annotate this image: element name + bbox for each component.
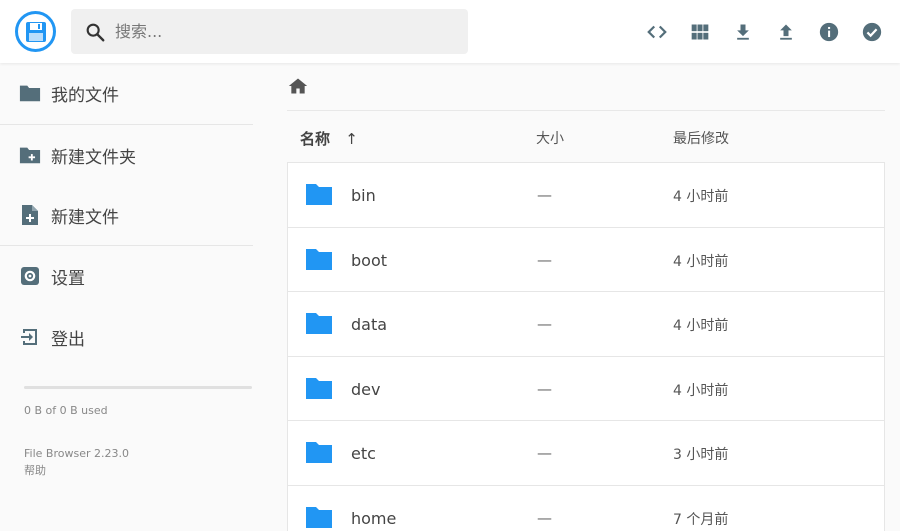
sidebar-item-label: 设置 (51, 268, 85, 289)
grid-icon (691, 24, 709, 40)
switch-view-button[interactable] (686, 18, 714, 46)
floppy-disk-icon (25, 21, 46, 42)
file-name: bin (351, 186, 376, 205)
app-logo[interactable] (15, 11, 56, 52)
search-input[interactable] (115, 22, 435, 41)
home-icon (288, 78, 308, 94)
storage-usage-bar (24, 386, 252, 389)
file-modified: 3 小时前 (673, 447, 729, 463)
sort-arrow-icon[interactable]: ↑ (345, 130, 358, 148)
sidebar-item-my-files[interactable]: 我的文件 (0, 63, 253, 123)
file-name: home (351, 508, 397, 528)
file-name: etc (351, 444, 376, 463)
sidebar-item-label: 登出 (51, 329, 85, 350)
storage-usage-text: 0 B of 0 B used (24, 404, 108, 417)
file-row[interactable]: etc — 3 小时前 (287, 420, 885, 485)
sidebar-item-label: 新建文件 (51, 207, 119, 228)
file-modified: 4 小时前 (673, 318, 729, 334)
create-folder-icon (18, 143, 42, 167)
column-header-name[interactable]: 名称 ↑ (300, 128, 358, 149)
download-button[interactable] (729, 18, 757, 46)
app-header (0, 0, 900, 63)
file-row[interactable]: home — 7 个月前 (287, 484, 885, 531)
folder-icon (18, 81, 42, 105)
file-name: boot (351, 250, 388, 270)
folder-icon (306, 248, 332, 270)
file-modified: 7 个月前 (673, 511, 729, 528)
file-list: bin — 4 小时前 boot — 4 小时前 data — 4 小时前 dev — 4 小时前 et… (287, 162, 885, 531)
sidebar-item-new-folder[interactable]: 新建文件夹 (0, 125, 253, 185)
folder-icon (306, 506, 332, 528)
file-size: — (537, 250, 552, 269)
file-name: data (351, 315, 388, 334)
check-circle-icon (862, 22, 882, 42)
sidebar-item-new-file[interactable]: 新建文件 (0, 185, 253, 245)
folder-icon (306, 442, 332, 463)
file-modified: 4 小时前 (673, 382, 729, 399)
sidebar-item-settings[interactable]: 设置 (0, 246, 253, 306)
file-size: — (537, 379, 552, 398)
file-modified: 4 小时前 (673, 253, 729, 270)
view-mode-button[interactable] (643, 18, 671, 46)
upload-icon (780, 24, 792, 40)
info-button[interactable] (815, 18, 843, 46)
breadcrumb-home[interactable] (288, 75, 312, 97)
file-size: — (537, 508, 552, 527)
column-header-modified[interactable]: 最后修改 (673, 128, 729, 148)
sidebar-item-logout[interactable]: 登出 (0, 307, 253, 367)
info-icon (819, 22, 839, 42)
logout-icon (18, 325, 42, 349)
code-icon (647, 25, 667, 39)
breadcrumb-divider (287, 110, 885, 111)
search-icon (83, 20, 107, 44)
sidebar: 我的文件 新建文件夹 新建文件 设置 登出 0 B of 0 B used Fi… (0, 63, 253, 531)
app-version: File Browser 2.23.0 (24, 447, 129, 460)
file-row[interactable]: data — 4 小时前 (287, 291, 885, 356)
file-size: — (537, 315, 552, 333)
folder-icon (306, 184, 332, 205)
file-modified: 4 小时前 (673, 189, 729, 205)
column-header-size[interactable]: 大小 (536, 128, 564, 148)
sidebar-item-label: 我的文件 (51, 85, 119, 106)
column-header-name-label: 名称 (300, 130, 331, 148)
file-row[interactable]: bin — 4 小时前 (287, 162, 885, 227)
help-link[interactable]: 帮助 (24, 462, 46, 478)
upload-button[interactable] (772, 18, 800, 46)
search-bar[interactable] (71, 9, 468, 54)
file-name: dev (351, 379, 381, 399)
download-icon (737, 24, 749, 40)
select-multiple-button[interactable] (858, 18, 886, 46)
file-row[interactable]: dev — 4 小时前 (287, 355, 885, 420)
file-row[interactable]: boot — 4 小时前 (287, 226, 885, 291)
folder-icon (306, 377, 332, 399)
sidebar-item-label: 新建文件夹 (51, 147, 136, 168)
note-add-icon (18, 203, 42, 227)
file-size: — (537, 186, 552, 204)
settings-icon (18, 264, 42, 288)
folder-icon (306, 313, 332, 334)
file-size: — (537, 444, 552, 462)
